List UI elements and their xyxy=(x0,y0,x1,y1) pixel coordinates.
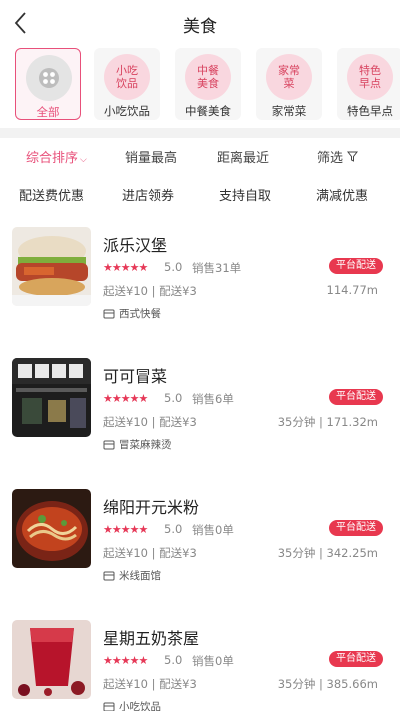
shop-name: 可可冒菜 xyxy=(103,367,168,386)
shop-tag-label: 冒菜麻辣烫 xyxy=(119,439,172,451)
section-divider xyxy=(0,128,400,138)
category-circle-text: 中餐 美食 xyxy=(185,54,231,100)
delivery-fees: 起送¥10 | 配送¥3 xyxy=(103,415,197,429)
category-circle-text: 家常 菜 xyxy=(266,54,312,100)
grid-icon xyxy=(39,68,59,88)
filter-button[interactable]: 筛选 xyxy=(317,147,359,166)
category-label: 小吃饮品 xyxy=(104,104,150,118)
shop-tag: 米线面馆 xyxy=(103,568,161,583)
platform-delivery-badge: 平台配送 xyxy=(329,258,383,274)
shop-image xyxy=(12,489,91,568)
distance: 114.77m xyxy=(326,283,378,297)
store-icon xyxy=(103,702,115,711)
rating-score: 5.0 xyxy=(164,522,183,536)
shop-name: 星期五奶茶屋 xyxy=(103,629,200,648)
platform-delivery-badge: 平台配送 xyxy=(329,651,383,667)
filter-delivery-discount[interactable]: 配送费优惠 xyxy=(19,185,84,204)
sort-label: 综合排序 xyxy=(26,151,79,166)
shop-tag-label: 米线面馆 xyxy=(119,570,161,582)
store-icon xyxy=(103,309,115,318)
delivery-time-distance: 35分钟 | 385.66m xyxy=(277,677,378,691)
category-circle-text: 特色 早点 xyxy=(347,54,393,100)
shop-image xyxy=(12,227,91,306)
sort-bar: 综合排序 ⌵ 销量最高 距离最近 筛选 xyxy=(0,138,400,172)
shop-card[interactable]: 可可冒菜 ★★★★★ 5.0 销售6单 平台配送 起送¥10 | 配送¥3 35… xyxy=(0,358,400,483)
filter-bar: 配送费优惠 进店领券 支持自取 满减优惠 xyxy=(0,176,400,210)
filter-self-pickup[interactable]: 支持自取 xyxy=(219,185,271,204)
sort-comprehensive[interactable]: 综合排序 ⌵ xyxy=(26,147,87,166)
platform-delivery-badge: 平台配送 xyxy=(329,520,383,536)
sort-distance[interactable]: 距离最近 xyxy=(217,147,269,166)
shop-tag-label: 西式快餐 xyxy=(119,308,161,320)
rating-stars: ★★★★★ xyxy=(103,654,148,667)
sales-count: 销售6单 xyxy=(192,392,234,406)
category-breakfast[interactable]: 特色 早点 特色早点 xyxy=(337,48,400,120)
sort-label: 距离最近 xyxy=(217,151,270,166)
rating-stars: ★★★★★ xyxy=(103,392,148,405)
shop-card[interactable]: 绵阳开元米粉 ★★★★★ 5.0 销售0单 平台配送 起送¥10 | 配送¥3 … xyxy=(0,489,400,614)
shop-card[interactable]: 星期五奶茶屋 ★★★★★ 5.0 销售0单 平台配送 起送¥10 | 配送¥3 … xyxy=(0,620,400,711)
shop-tag: 冒菜麻辣烫 xyxy=(103,437,172,452)
sort-label: 销量最高 xyxy=(125,151,178,166)
rating-stars: ★★★★★ xyxy=(103,523,148,536)
category-label: 中餐美食 xyxy=(185,104,231,118)
rating-stars: ★★★★★ xyxy=(103,261,148,274)
filter-icon xyxy=(347,151,359,162)
sort-sales[interactable]: 销量最高 xyxy=(125,147,177,166)
shop-card[interactable]: 派乐汉堡 ★★★★★ 5.0 销售31单 平台配送 起送¥10 | 配送¥3 1… xyxy=(0,227,400,352)
delivery-fees: 起送¥10 | 配送¥3 xyxy=(103,677,197,691)
rating-score: 5.0 xyxy=(164,260,183,274)
category-label: 家常菜 xyxy=(271,104,307,118)
delivery-time-distance: 35分钟 | 171.32m xyxy=(277,415,378,429)
filter-store-coupon[interactable]: 进店领券 xyxy=(122,185,174,204)
category-label: 全部 xyxy=(36,105,60,119)
category-label: 特色早点 xyxy=(347,104,393,118)
category-chinese-food[interactable]: 中餐 美食 中餐美食 xyxy=(175,48,241,120)
category-all[interactable]: 全部 xyxy=(15,48,81,120)
category-snacks-drinks[interactable]: 小吃 饮品 小吃饮品 xyxy=(94,48,160,120)
sales-count: 销售0单 xyxy=(192,654,234,668)
rating-score: 5.0 xyxy=(164,391,183,405)
sales-count: 销售0单 xyxy=(192,523,234,537)
shop-tag-label: 小吃饮品 xyxy=(119,701,161,711)
sales-count: 销售31单 xyxy=(192,261,242,275)
delivery-fees: 起送¥10 | 配送¥3 xyxy=(103,284,197,298)
chevron-down-icon: ⌵ xyxy=(80,155,87,165)
shop-image xyxy=(12,620,91,699)
category-circle-text: 小吃 饮品 xyxy=(104,54,150,100)
category-home-cooking[interactable]: 家常 菜 家常菜 xyxy=(256,48,322,120)
rating-score: 5.0 xyxy=(164,653,183,667)
shop-image xyxy=(12,358,91,437)
shop-name: 绵阳开元米粉 xyxy=(103,498,200,517)
store-icon xyxy=(103,571,115,580)
top-bar: 美食 xyxy=(0,0,400,46)
delivery-time-distance: 35分钟 | 342.25m xyxy=(277,546,378,560)
shop-tag: 西式快餐 xyxy=(103,306,161,321)
platform-delivery-badge: 平台配送 xyxy=(329,389,383,405)
sort-label: 筛选 xyxy=(317,151,344,166)
shop-name: 派乐汉堡 xyxy=(103,236,168,255)
shop-tag: 小吃饮品 xyxy=(103,699,161,711)
store-icon xyxy=(103,440,115,449)
category-all-circle xyxy=(26,55,72,101)
filter-full-reduction[interactable]: 满减优惠 xyxy=(316,185,368,204)
category-strip: 全部 小吃 饮品 小吃饮品 中餐 美食 中餐美食 家常 菜 家常菜 特色 早点 … xyxy=(0,48,400,124)
page-title: 美食 xyxy=(183,17,217,37)
delivery-fees: 起送¥10 | 配送¥3 xyxy=(103,546,197,560)
